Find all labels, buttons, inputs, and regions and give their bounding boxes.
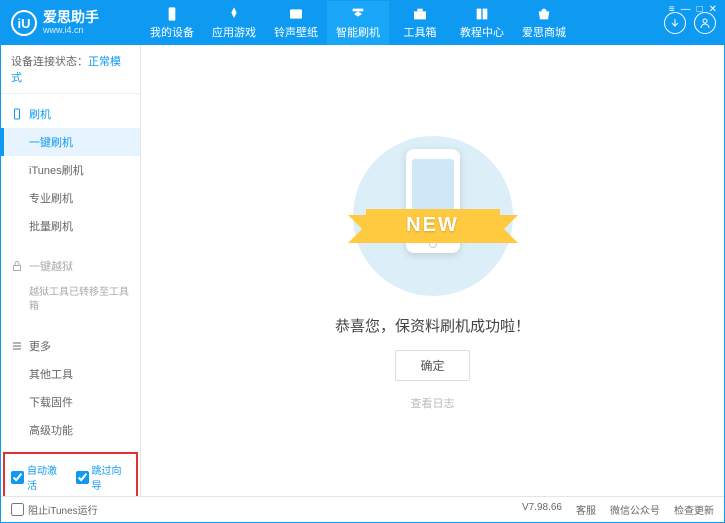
menu-icon[interactable]: ≡ bbox=[669, 4, 675, 15]
sidebar-item-batch-flash[interactable]: 批量刷机 bbox=[1, 212, 140, 240]
success-illustration: NEW bbox=[348, 131, 518, 301]
sidebar-item-advanced[interactable]: 高级功能 bbox=[1, 416, 140, 444]
maximize-icon[interactable]: □ bbox=[697, 4, 703, 15]
sidebar-head-flash[interactable]: 刷机 bbox=[1, 100, 140, 128]
jailbreak-note: 越狱工具已转移至工具箱 bbox=[1, 280, 140, 320]
block-itunes-checkbox[interactable]: 阻止iTunes运行 bbox=[11, 502, 98, 517]
store-icon bbox=[536, 6, 552, 22]
check-update-link[interactable]: 检查更新 bbox=[674, 502, 714, 517]
logo-block: iU 爱思助手 www.i4.cn bbox=[1, 10, 141, 36]
wechat-link[interactable]: 微信公众号 bbox=[610, 502, 660, 517]
logo-icon: iU bbox=[11, 10, 37, 36]
version-label: V7.98.66 bbox=[522, 502, 562, 517]
phone-icon bbox=[164, 6, 180, 22]
nav-flash[interactable]: 智能刷机 bbox=[327, 1, 389, 45]
sidebar-head-jailbreak: 一键越狱 bbox=[1, 252, 140, 280]
nav-tutorial[interactable]: 教程中心 bbox=[451, 1, 513, 45]
sidebar-head-more[interactable]: 更多 bbox=[1, 332, 140, 360]
nav-label: 智能刷机 bbox=[336, 24, 380, 40]
nav-store[interactable]: 爱思商城 bbox=[513, 1, 575, 45]
checkbox-group: 自动激活 跳过向导 bbox=[3, 452, 138, 496]
nav-label: 铃声壁纸 bbox=[274, 24, 318, 40]
sidebar-item-pro-flash[interactable]: 专业刷机 bbox=[1, 184, 140, 212]
titlebar: iU 爱思助手 www.i4.cn 我的设备 应用游戏 铃声壁纸 智能刷机 bbox=[1, 1, 724, 45]
user-button[interactable] bbox=[694, 12, 716, 34]
view-log-link[interactable]: 查看日志 bbox=[411, 395, 455, 411]
nav-apps[interactable]: 应用游戏 bbox=[203, 1, 265, 45]
ok-button[interactable]: 确定 bbox=[395, 350, 469, 381]
auto-activate-checkbox[interactable]: 自动激活 bbox=[11, 462, 66, 492]
minimize-icon[interactable]: — bbox=[681, 4, 691, 15]
apps-icon bbox=[226, 6, 242, 22]
download-button[interactable] bbox=[664, 12, 686, 34]
lock-icon bbox=[11, 260, 23, 272]
nav-label: 爱思商城 bbox=[522, 24, 566, 40]
sidebar-item-itunes-flash[interactable]: iTunes刷机 bbox=[1, 156, 140, 184]
nav-label: 教程中心 bbox=[460, 24, 504, 40]
sidebar-item-oneclick-flash[interactable]: 一键刷机 bbox=[1, 128, 140, 156]
service-link[interactable]: 客服 bbox=[576, 502, 596, 517]
app-url: www.i4.cn bbox=[43, 26, 99, 36]
nav-my-device[interactable]: 我的设备 bbox=[141, 1, 203, 45]
nav-label: 我的设备 bbox=[150, 24, 194, 40]
app-name: 爱思助手 bbox=[43, 10, 99, 25]
phone-icon bbox=[11, 108, 23, 120]
main-content: NEW 恭喜您，保资料刷机成功啦！ 确定 查看日志 bbox=[141, 45, 724, 496]
list-icon bbox=[11, 340, 23, 352]
sidebar: 设备连接状态：正常模式 刷机 一键刷机 iTunes刷机 专业刷机 批量刷机 一… bbox=[1, 45, 141, 496]
book-icon bbox=[474, 6, 490, 22]
statusbar: 阻止iTunes运行 V7.98.66 客服 微信公众号 检查更新 bbox=[1, 496, 724, 522]
nav-label: 工具箱 bbox=[404, 24, 437, 40]
skip-guide-checkbox[interactable]: 跳过向导 bbox=[76, 462, 131, 492]
toolbox-icon bbox=[412, 6, 428, 22]
nav-wallpaper[interactable]: 铃声壁纸 bbox=[265, 1, 327, 45]
success-message: 恭喜您，保资料刷机成功啦！ bbox=[335, 315, 530, 336]
sidebar-item-other-tools[interactable]: 其他工具 bbox=[1, 360, 140, 388]
sidebar-item-download-firmware[interactable]: 下载固件 bbox=[1, 388, 140, 416]
connection-status: 设备连接状态：正常模式 bbox=[1, 45, 140, 94]
flash-icon bbox=[350, 6, 366, 22]
new-ribbon: NEW bbox=[366, 209, 500, 243]
main-nav: 我的设备 应用游戏 铃声壁纸 智能刷机 工具箱 教程中心 bbox=[141, 1, 664, 45]
nav-toolbox[interactable]: 工具箱 bbox=[389, 1, 451, 45]
close-icon[interactable]: ✕ bbox=[709, 4, 717, 15]
nav-label: 应用游戏 bbox=[212, 24, 256, 40]
wallpaper-icon bbox=[288, 6, 304, 22]
